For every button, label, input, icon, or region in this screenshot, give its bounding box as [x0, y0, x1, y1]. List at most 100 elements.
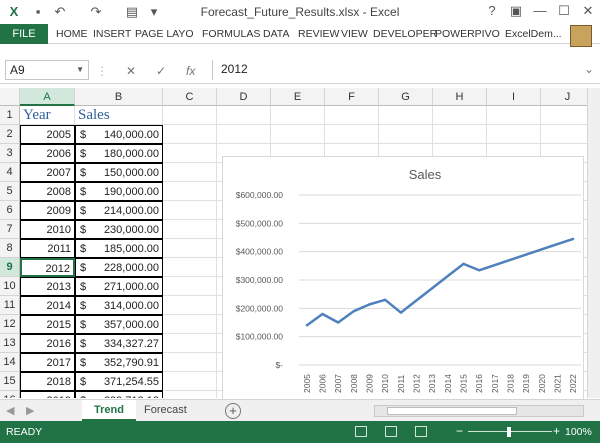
- sales-cell[interactable]: $150,000.00: [75, 163, 163, 182]
- horizontal-scrollbar[interactable]: [374, 405, 584, 417]
- tab-developer[interactable]: DEVELOPER: [373, 24, 437, 44]
- grid-cell[interactable]: [163, 277, 217, 296]
- row-header-10[interactable]: 10: [0, 277, 20, 296]
- page-break-view-icon[interactable]: [415, 426, 427, 437]
- year-header-cell[interactable]: Year: [20, 106, 75, 125]
- data-point[interactable]: [446, 274, 450, 278]
- row-header-1[interactable]: 1: [0, 106, 20, 125]
- tab-review[interactable]: REVIEW: [298, 24, 339, 44]
- row-header-11[interactable]: 11: [0, 296, 20, 315]
- sales-cell[interactable]: $389,718.18: [75, 391, 163, 398]
- data-point[interactable]: [571, 237, 575, 241]
- year-cell[interactable]: 2018: [20, 372, 75, 391]
- row-header-7[interactable]: 7: [0, 220, 20, 239]
- grid-cell[interactable]: [163, 372, 217, 391]
- scroll-thumb[interactable]: [387, 407, 517, 415]
- insert-function-icon[interactable]: fx: [186, 64, 195, 78]
- grid-cell[interactable]: [379, 106, 433, 125]
- data-point[interactable]: [383, 298, 387, 302]
- row-header-15[interactable]: 15: [0, 372, 20, 391]
- year-cell[interactable]: 2010: [20, 220, 75, 239]
- row-header-16[interactable]: 16: [0, 391, 20, 398]
- data-point[interactable]: [509, 258, 512, 262]
- tab-page-layout[interactable]: PAGE LAYO: [135, 24, 194, 44]
- grid-cell[interactable]: [163, 353, 217, 372]
- grid-cell[interactable]: [487, 106, 541, 125]
- grid-cell[interactable]: [163, 106, 217, 125]
- year-cell[interactable]: 2008: [20, 182, 75, 201]
- sheet-tab-forecast[interactable]: Forecast: [132, 400, 199, 421]
- sales-chart[interactable]: Sales $- $100,000.00 $200,000.00 $300,000.0…: [222, 156, 584, 400]
- grid-cell[interactable]: [163, 239, 217, 258]
- grid-cell[interactable]: [325, 125, 379, 144]
- grid-cell[interactable]: [163, 144, 217, 163]
- zoom-level[interactable]: 100%: [565, 426, 592, 438]
- grid-cell[interactable]: [271, 106, 325, 125]
- year-cell[interactable]: 2007: [20, 163, 75, 182]
- name-box[interactable]: A9 ▼: [5, 60, 89, 80]
- grid-cell[interactable]: [163, 334, 217, 353]
- column-header-d[interactable]: D: [217, 88, 271, 106]
- cancel-icon[interactable]: ✕: [126, 64, 136, 78]
- sales-header-cell[interactable]: Sales: [75, 106, 163, 125]
- row-header-2[interactable]: 2: [0, 125, 20, 144]
- year-cell[interactable]: 2014: [20, 296, 75, 315]
- sales-cell[interactable]: $371,254.55: [75, 372, 163, 391]
- year-cell[interactable]: 2006: [20, 144, 75, 163]
- year-cell[interactable]: 2011: [20, 239, 75, 258]
- sales-cell[interactable]: $271,000.00: [75, 277, 163, 296]
- grid-cell[interactable]: [163, 163, 217, 182]
- select-all-corner[interactable]: [0, 88, 20, 106]
- vertical-scrollbar[interactable]: [587, 88, 600, 398]
- data-point[interactable]: [462, 262, 465, 266]
- sales-cell[interactable]: $228,000.00: [75, 258, 163, 277]
- year-cell[interactable]: 2015: [20, 315, 75, 334]
- tab-view[interactable]: VIEW: [341, 24, 368, 44]
- row-header-9[interactable]: 9: [0, 258, 20, 277]
- data-point[interactable]: [399, 311, 403, 314]
- minimize-icon[interactable]: —: [528, 2, 552, 20]
- data-point[interactable]: [430, 287, 434, 290]
- grid-cell[interactable]: [271, 125, 325, 144]
- tab-home[interactable]: HOME: [56, 24, 88, 44]
- help-icon[interactable]: ?: [480, 2, 504, 20]
- sales-cell[interactable]: $334,327.27: [75, 334, 163, 353]
- sales-cell[interactable]: $214,000.00: [75, 201, 163, 220]
- year-cell[interactable]: 2009: [20, 201, 75, 220]
- row-header-12[interactable]: 12: [0, 315, 20, 334]
- grid-cell[interactable]: [163, 201, 217, 220]
- year-cell[interactable]: 2005: [20, 125, 75, 144]
- data-point[interactable]: [493, 263, 497, 267]
- grid-cell[interactable]: [163, 182, 217, 201]
- grid-cell[interactable]: [163, 125, 217, 144]
- year-cell[interactable]: 2017: [20, 353, 75, 372]
- grid-cell[interactable]: [379, 125, 433, 144]
- grid-cell[interactable]: [163, 391, 217, 398]
- tab-powerpivot[interactable]: POWERPIVO: [435, 24, 500, 44]
- sales-cell[interactable]: $180,000.00: [75, 144, 163, 163]
- row-header-5[interactable]: 5: [0, 182, 20, 201]
- expand-formula-icon[interactable]: ⌄: [584, 62, 594, 76]
- data-point[interactable]: [336, 321, 340, 324]
- file-tab[interactable]: FILE: [0, 24, 48, 44]
- year-cell[interactable]: 2019: [20, 391, 75, 398]
- formula-input[interactable]: 2012: [212, 60, 595, 80]
- row-header-6[interactable]: 6: [0, 201, 20, 220]
- sales-cell[interactable]: $190,000.00: [75, 182, 163, 201]
- add-sheet-icon[interactable]: +: [225, 403, 241, 419]
- data-point[interactable]: [415, 299, 418, 302]
- row-header-4[interactable]: 4: [0, 163, 20, 182]
- enter-icon[interactable]: ✓: [156, 64, 166, 78]
- data-point[interactable]: [524, 253, 528, 256]
- sheet-tab-trend[interactable]: Trend: [82, 400, 136, 421]
- close-icon[interactable]: ✕: [576, 2, 600, 20]
- data-point[interactable]: [556, 242, 559, 246]
- prev-sheet-icon[interactable]: ◀: [6, 404, 14, 417]
- avatar[interactable]: [570, 25, 592, 47]
- grid-cell[interactable]: [433, 106, 487, 125]
- sales-cell[interactable]: $357,000.00: [75, 315, 163, 334]
- page-layout-view-icon[interactable]: [385, 426, 397, 437]
- year-cell[interactable]: 2013: [20, 277, 75, 296]
- grid-cell[interactable]: [217, 125, 271, 144]
- chevron-down-icon[interactable]: ▼: [76, 61, 84, 79]
